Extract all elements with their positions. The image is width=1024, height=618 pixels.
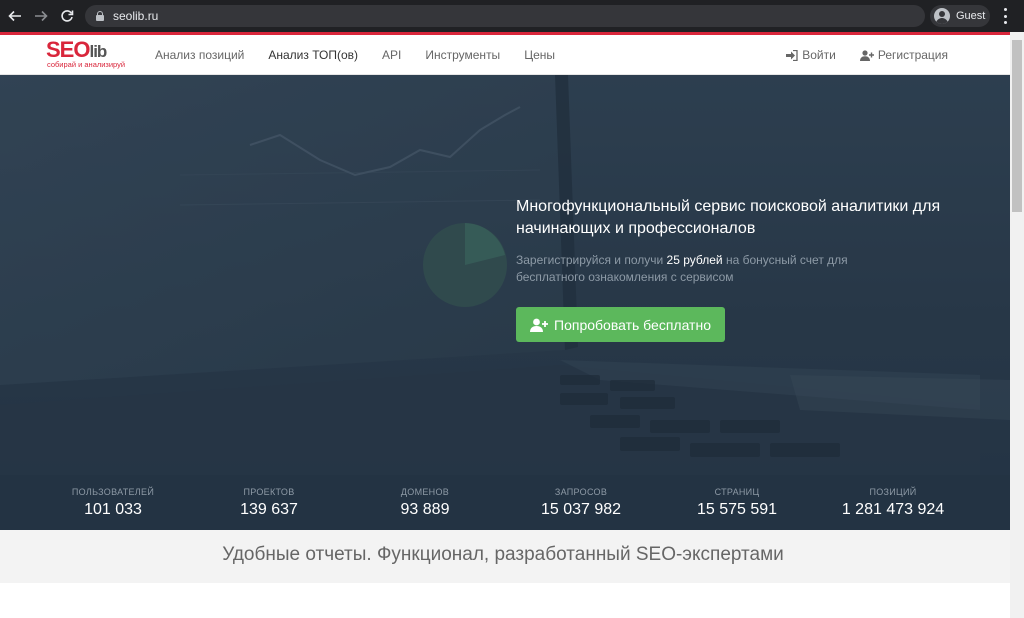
register-link[interactable]: Регистрация bbox=[859, 48, 948, 62]
bonus-amount: 25 рублей bbox=[666, 253, 723, 267]
logo-tagline: собирай и анализируй bbox=[47, 60, 126, 69]
auth-links: Войти Регистрация bbox=[762, 35, 948, 75]
features-title: Удобные отчеты. Функционал, разработанны… bbox=[222, 544, 784, 565]
scrollbar-thumb[interactable] bbox=[1012, 40, 1022, 212]
login-label: Войти bbox=[802, 48, 836, 62]
stat-queries: ЗАПРОСОВ 15 037 982 bbox=[540, 487, 622, 518]
stat-users: ПОЛЬЗОВАТЕЛЕЙ 101 033 bbox=[71, 487, 155, 518]
menu-item-api[interactable]: API bbox=[382, 48, 401, 62]
back-arrow-icon[interactable] bbox=[2, 0, 28, 32]
site-header: SEOlib собирай и анализируй Анализ позиц… bbox=[0, 35, 1010, 75]
hero-title: Многофункциональный сервис поисковой ана… bbox=[516, 198, 941, 237]
address-bar[interactable]: seolib.ru bbox=[85, 5, 925, 27]
address-url: seolib.ru bbox=[113, 9, 159, 23]
stat-pages: СТРАНИЦ 15 575 591 bbox=[696, 487, 778, 518]
stat-positions: ПОЗИЦИЙ 1 281 473 924 bbox=[841, 487, 945, 518]
page-scrollbar[interactable] bbox=[1010, 32, 1024, 618]
register-label: Регистрация bbox=[877, 48, 948, 62]
stat-projects: ПРОЕКТОВ 139 637 bbox=[240, 487, 298, 518]
menu-item-prices[interactable]: Цены bbox=[524, 48, 555, 62]
login-link[interactable]: Войти bbox=[786, 48, 836, 62]
avatar bbox=[934, 8, 950, 24]
user-plus-icon bbox=[530, 318, 549, 332]
logo-brand-lib: lib bbox=[89, 42, 107, 61]
user-plus-icon bbox=[859, 49, 874, 61]
menu-item-positions[interactable]: Анализ позиций bbox=[155, 48, 244, 62]
stats-bar: ПОЛЬЗОВАТЕЛЕЙ 101 033 ПРОЕКТОВ 139 637 Д… bbox=[0, 475, 1010, 530]
kebab-menu-icon[interactable] bbox=[998, 8, 1012, 24]
menu-item-top-analysis[interactable]: Анализ ТОП(ов) bbox=[268, 48, 358, 62]
menu-item-tools[interactable]: Инструменты bbox=[425, 48, 500, 62]
logo-brand-seo: SEO bbox=[46, 37, 90, 62]
features-section: Удобные отчеты. Функционал, разработанны… bbox=[0, 530, 1010, 583]
main-menu: Анализ позиций Анализ ТОП(ов) API Инстру… bbox=[155, 35, 579, 75]
profile-label: Guest bbox=[956, 10, 986, 22]
reload-icon[interactable] bbox=[54, 0, 80, 32]
sign-in-icon bbox=[786, 49, 798, 61]
forward-arrow-icon[interactable] bbox=[28, 0, 54, 32]
profile-button[interactable]: Guest bbox=[930, 5, 990, 27]
try-free-button[interactable]: Попробовать бесплатно bbox=[516, 307, 725, 342]
hero-section: Многофункциональный сервис поисковой ана… bbox=[0, 75, 1010, 475]
try-free-label: Попробовать бесплатно bbox=[554, 316, 711, 333]
site-logo[interactable]: SEOlib собирай и анализируй bbox=[46, 39, 136, 71]
hero-subtitle: Зарегистрируйся и получи 25 рублей на бо… bbox=[516, 253, 848, 284]
browser-toolbar: seolib.ru Guest bbox=[0, 0, 1024, 32]
lock-icon[interactable] bbox=[95, 11, 105, 21]
stat-domains: ДОМЕНОВ 93 889 bbox=[400, 487, 450, 518]
